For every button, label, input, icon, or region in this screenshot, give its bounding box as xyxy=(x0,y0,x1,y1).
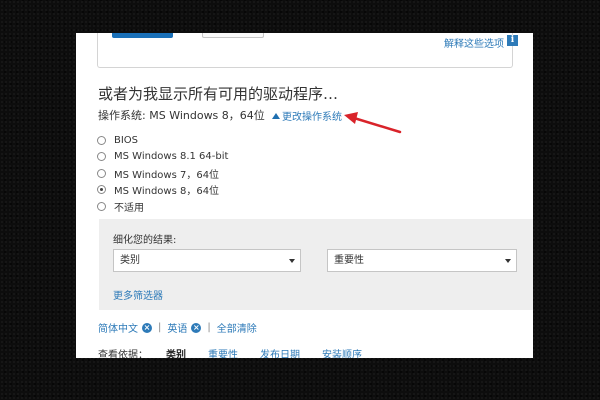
filter-chip-english[interactable]: 英语 xyxy=(167,320,187,335)
remove-filter-icon[interactable]: × xyxy=(191,322,202,333)
os-option-win7[interactable]: MS Windows 7，64位 xyxy=(97,165,228,182)
importance-select[interactable]: 重要性 xyxy=(327,249,517,272)
page-title: 或者为我显示所有可用的驱动程序… xyxy=(98,85,339,103)
refine-label: 细化您的结果: xyxy=(113,235,177,246)
importance-select-value: 重要性 xyxy=(334,255,364,266)
refine-panel: 细化您的结果: 类别 重要性 更多筛选器 xyxy=(99,219,533,310)
change-os-label: 更改操作系统 xyxy=(282,112,342,123)
os-option-na[interactable]: 不适用 xyxy=(97,198,228,215)
info-icon[interactable]: i xyxy=(507,35,518,46)
radio-button[interactable] xyxy=(97,201,106,211)
os-option-win8[interactable]: MS Windows 8，64位 xyxy=(97,182,228,199)
clear-all-link[interactable]: 全部清除 xyxy=(217,320,257,335)
os-option-label: MS Windows 8.1 64-bit xyxy=(114,151,229,163)
active-filters: 简体中文 × | 英语 × | 全部清除 xyxy=(98,320,257,335)
os-option-win81[interactable]: MS Windows 8.1 64-bit xyxy=(97,149,228,166)
driver-page: 解释这些选项 i 或者为我显示所有可用的驱动程序… 操作系统: MS Windo… xyxy=(76,33,533,358)
separator: | xyxy=(207,322,211,333)
category-select-value: 类别 xyxy=(120,255,140,266)
sort-by-install-order[interactable]: 安装顺序 xyxy=(322,346,362,358)
remove-filter-icon[interactable]: × xyxy=(142,322,152,333)
filter-chip-simplified-chinese[interactable]: 简体中文 xyxy=(98,320,138,335)
os-option-label: MS Windows 8，64位 xyxy=(114,186,220,198)
explain-options-link[interactable]: 解释这些选项 xyxy=(444,35,504,50)
os-value: MS Windows 8，64位 xyxy=(149,109,265,122)
red-arrow-annotation xyxy=(344,112,402,134)
category-select[interactable]: 类别 xyxy=(113,249,301,272)
more-filters-link[interactable]: 更多筛选器 xyxy=(113,287,163,302)
sort-label: 查看依据： xyxy=(98,350,148,358)
primary-button[interactable] xyxy=(112,33,173,38)
sort-by-category[interactable]: 类别 xyxy=(166,346,186,358)
radio-button[interactable] xyxy=(97,152,106,162)
radio-button[interactable] xyxy=(97,168,106,178)
os-label: 操作系统: xyxy=(98,109,146,122)
os-option-label: 不适用 xyxy=(114,202,144,214)
os-option-label: BIOS xyxy=(114,134,139,146)
secondary-button[interactable] xyxy=(202,33,264,38)
separator: | xyxy=(158,322,162,333)
sort-bar: 查看依据： 类别 重要性 发布日期 安装顺序 xyxy=(98,346,384,358)
chevron-down-icon xyxy=(289,259,295,263)
sort-by-release-date[interactable]: 发布日期 xyxy=(260,346,300,358)
radio-button-selected[interactable] xyxy=(97,185,106,195)
radio-button[interactable] xyxy=(97,135,106,145)
os-option-bios[interactable]: BIOS xyxy=(97,132,228,149)
chevron-down-icon xyxy=(505,259,511,263)
os-radio-list: BIOS MS Windows 8.1 64-bit MS Windows 7，… xyxy=(97,132,228,215)
os-option-label: MS Windows 7，64位 xyxy=(114,169,220,181)
os-line: 操作系统: MS Windows 8，64位 xyxy=(98,107,265,123)
sort-by-importance[interactable]: 重要性 xyxy=(208,346,238,358)
triangle-up-icon xyxy=(272,113,280,119)
change-os-link[interactable]: 更改操作系统 xyxy=(272,108,342,123)
